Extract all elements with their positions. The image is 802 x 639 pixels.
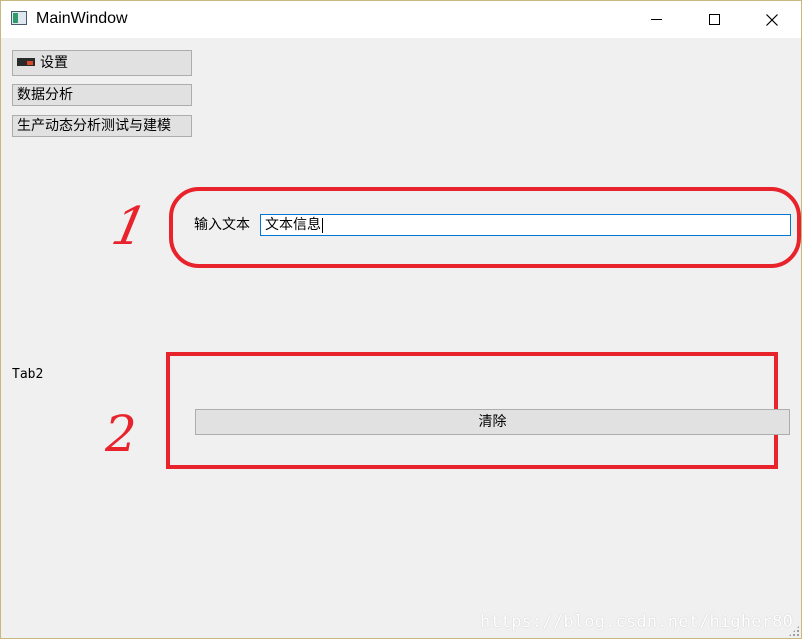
text-input-value: 文本信息 [265, 217, 321, 233]
close-icon [766, 13, 778, 26]
tab2-label: Tab2 [12, 367, 44, 382]
app-window-icon [11, 11, 27, 25]
data-analysis-button[interactable]: 数据分析 [12, 84, 192, 106]
settings-button-label: 设置 [40, 55, 68, 71]
window-title: MainWindow [36, 10, 128, 27]
watermark-url: https://blog.csdn.net/higher80 [479, 612, 793, 632]
signal-bars-icon [17, 58, 35, 66]
annotation-number-2: 2 [105, 405, 137, 463]
clear-button[interactable]: 清除 [195, 409, 790, 435]
minimize-button[interactable] [627, 1, 685, 38]
annotation-number-1: 1 [106, 197, 153, 257]
text-caret [322, 217, 323, 233]
maximize-icon [708, 14, 720, 25]
production-analysis-button[interactable]: 生产动态分析测试与建模 [12, 115, 192, 137]
text-input-field[interactable]: 文本信息 [260, 214, 791, 236]
settings-button[interactable]: 设置 [12, 50, 192, 76]
maximize-button[interactable] [685, 1, 743, 38]
close-button[interactable] [743, 1, 801, 38]
input-text-label: 输入文本 [194, 217, 250, 233]
title-bar[interactable]: MainWindow [1, 1, 801, 38]
minimize-icon [650, 19, 662, 20]
main-window: MainWindow 设置 数据分析 生产动态分析测试与建模 1 输入文本 文本… [0, 0, 802, 639]
